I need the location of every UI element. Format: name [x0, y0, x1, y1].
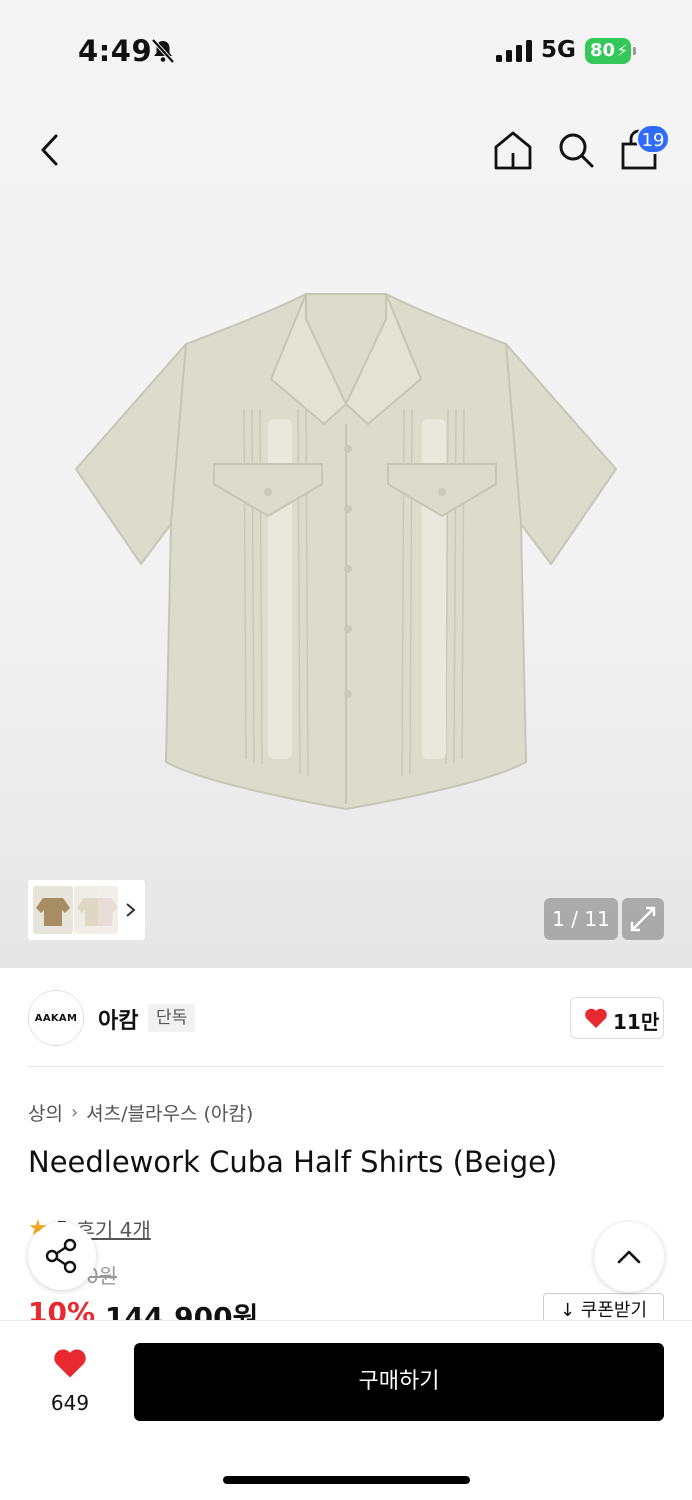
thumbnail-strip[interactable] — [28, 880, 145, 940]
charging-icon: ⚡ — [616, 41, 628, 60]
search-icon[interactable] — [555, 128, 597, 172]
coupon-button[interactable]: ↓ 쿠폰받기 — [543, 1293, 664, 1323]
battery-indicator: 80 ⚡ — [585, 38, 636, 64]
expand-button[interactable] — [622, 898, 664, 940]
product-title: Needlework Cuba Half Shirts (Beige) — [28, 1145, 558, 1179]
heart-icon — [54, 1349, 86, 1378]
brand-like-button[interactable]: 11만 — [570, 997, 664, 1039]
product-image[interactable] — [66, 284, 626, 819]
home-icon[interactable] — [492, 128, 534, 172]
brand-name[interactable]: 아캄 — [98, 1003, 138, 1035]
image-counter: 1 / 11 — [544, 898, 618, 940]
status-time: 4:49 — [78, 34, 153, 68]
bell-muted-icon — [151, 38, 175, 64]
thumbnail-ivory[interactable] — [98, 886, 118, 934]
divider — [28, 1066, 664, 1067]
thumbnail-brown[interactable] — [33, 886, 73, 934]
chevron-right-icon: › — [70, 1102, 79, 1123]
price-row: 10% 144,900원 — [28, 1296, 258, 1320]
buy-button[interactable]: 구매하기 — [134, 1343, 664, 1421]
scroll-top-button[interactable] — [594, 1222, 664, 1292]
wishlist-button[interactable]: 649 — [40, 1347, 100, 1437]
signal-icon — [496, 40, 532, 62]
home-indicator — [223, 1476, 470, 1484]
discount-rate: 10% — [28, 1296, 96, 1320]
network-type: 5G — [541, 37, 576, 63]
cart-count-badge: 19 — [636, 124, 670, 154]
brand-like-count: 11만 — [613, 1010, 660, 1034]
status-bar: 4:49 5G 80 ⚡ — [0, 0, 692, 100]
breadcrumb-item[interactable]: 셔츠/블라우스 (아캄) — [86, 1099, 253, 1126]
bottom-action-bar: 649 구매하기 — [0, 1320, 692, 1500]
wishlist-count: 649 — [50, 1391, 90, 1415]
battery-level: 80 — [590, 40, 616, 61]
breadcrumb-item[interactable]: 상의 — [28, 1099, 63, 1126]
chevron-right-icon[interactable] — [124, 896, 138, 924]
sale-price: 144,900원 — [105, 1301, 259, 1320]
share-button[interactable] — [28, 1222, 96, 1290]
breadcrumb: 상의 › 셔츠/블라우스 (아캄) — [28, 1099, 253, 1126]
share-icon — [45, 1238, 77, 1274]
brand-logo[interactable]: AAKAM — [28, 990, 84, 1046]
heart-icon — [585, 1008, 607, 1028]
expand-icon — [630, 906, 656, 932]
exclusive-badge: 단독 — [148, 1004, 196, 1032]
chevron-up-icon — [617, 1250, 641, 1264]
back-icon[interactable] — [30, 128, 70, 172]
